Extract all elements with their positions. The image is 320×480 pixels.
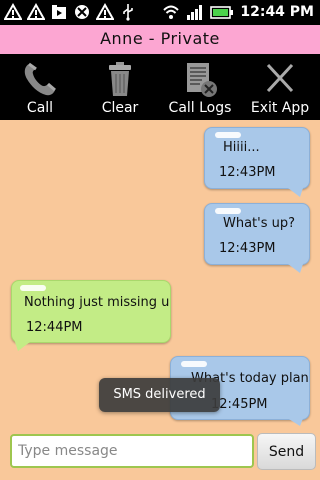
title-bar: Anne - Private — [0, 25, 320, 54]
close-icon — [266, 63, 294, 93]
bubble-tail — [14, 339, 34, 351]
media-icon — [52, 5, 66, 19]
message-time: 12:44PM — [26, 320, 83, 335]
battery-icon — [210, 6, 234, 19]
message-input[interactable] — [10, 434, 254, 468]
bubble-tail — [284, 416, 304, 426]
warning-icon — [27, 3, 45, 20]
call-button[interactable]: Call — [0, 54, 80, 120]
call-logs-label: Call Logs — [168, 100, 232, 116]
bubble-tail — [284, 185, 304, 197]
message-bubble-incoming[interactable]: Nothing just missing u 12:44PM — [11, 280, 171, 343]
message-bubble-outgoing[interactable]: What's up? 12:43PM — [204, 203, 310, 265]
toolbar: Call Clear Call Logs Exit App — [0, 54, 320, 120]
message-text: What's up? — [223, 216, 296, 231]
clear-button[interactable]: Clear — [80, 54, 160, 120]
clock: 12:44 PM — [240, 4, 314, 20]
page-title: Anne - Private — [100, 29, 220, 48]
call-label: Call — [26, 100, 54, 116]
notification-icons — [4, 3, 137, 21]
toast-notification: SMS delivered — [99, 378, 220, 412]
message-text: Nothing just missing u — [24, 295, 170, 310]
send-button[interactable]: Send — [257, 433, 316, 470]
call-logs-button[interactable]: Call Logs — [160, 54, 240, 120]
message-time: 12:43PM — [219, 165, 276, 180]
exit-app-label: Exit App — [250, 100, 310, 116]
bubble-tail — [284, 261, 304, 273]
wifi-icon — [163, 5, 180, 19]
clear-label: Clear — [101, 100, 139, 116]
message-text: Hiiii... — [223, 140, 260, 155]
usb-icon — [123, 4, 133, 21]
warning-icon — [4, 3, 22, 20]
message-time: 12:43PM — [219, 241, 276, 256]
call-logs-icon — [187, 63, 217, 97]
message-bubble-outgoing[interactable]: Hiiii... 12:43PM — [204, 127, 310, 189]
signal-icon — [187, 5, 203, 20]
system-icons: 12:44 PM — [162, 2, 314, 22]
missed-call-icon — [75, 5, 89, 19]
phone-icon — [24, 62, 56, 96]
composer: Send — [0, 426, 320, 480]
status-bar: 12:44 PM — [0, 0, 320, 25]
trash-icon — [109, 62, 131, 96]
exit-app-button[interactable]: Exit App — [240, 54, 320, 120]
warning-icon — [96, 3, 114, 20]
